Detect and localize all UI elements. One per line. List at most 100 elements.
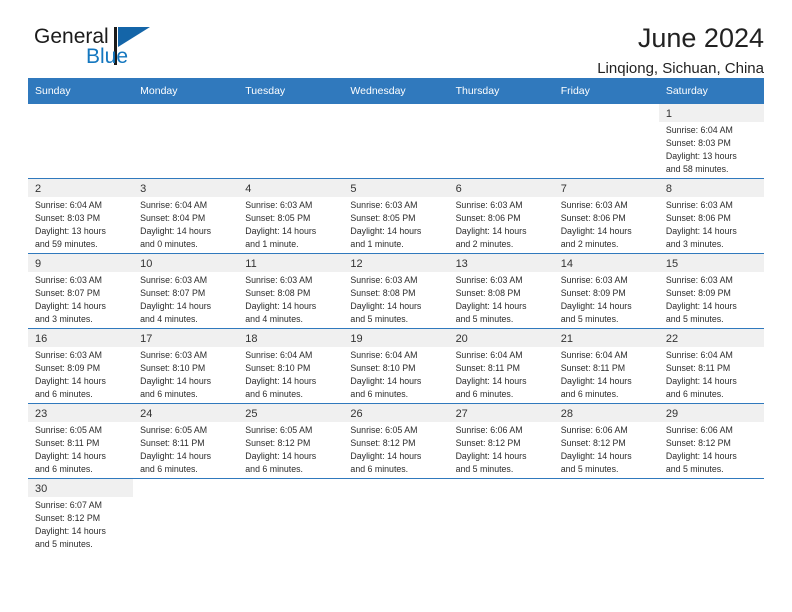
day-cell-6[interactable]: 6 Sunrise: 6:03 AM Sunset: 8:06 PM Daylight…: [448, 179, 554, 253]
day-cell-19[interactable]: 19 Sunrise: 6:04 AM Sunset: 8:10 PM Dayligh…: [343, 329, 449, 403]
calendar-week-row: 16 Sunrise: 6:03 AM Sunset: 8:09 PM Dayligh…: [28, 328, 764, 404]
day-cell-10[interactable]: 10 Sunrise: 6:03 AM Sunset: 8:07 PM Dayligh…: [133, 254, 239, 328]
sunrise-text: Sunrise: 6:03 AM: [350, 275, 418, 285]
day-cell-20[interactable]: 20 Sunrise: 6:04 AM Sunset: 8:11 PM Dayligh…: [448, 329, 554, 403]
daylight-text-line2: and 5 minutes.: [560, 314, 619, 325]
daylight-text-line2: and 5 minutes.: [665, 314, 724, 325]
day-cell-26[interactable]: 26 Sunrise: 6:05 AM Sunset: 8:12 PM Dayligh…: [343, 404, 449, 478]
day-cell-24[interactable]: 24 Sunrise: 6:05 AM Sunset: 8:11 PM Dayligh…: [133, 404, 239, 478]
day-sun-info: Sunrise: 6:05 AM Sunset: 8:11 PM Daylight:…: [133, 422, 238, 476]
daylight-text-line1: Daylight: 14 hours: [665, 451, 737, 462]
day-cell-13[interactable]: 13 Sunrise: 6:03 AM Sunset: 8:08 PM Dayligh…: [448, 254, 554, 328]
day-cell-25[interactable]: 25 Sunrise: 6:05 AM Sunset: 8:12 PM Dayligh…: [238, 404, 344, 478]
day-cell-11[interactable]: 11 Sunrise: 6:03 AM Sunset: 8:08 PM Dayligh…: [238, 254, 344, 328]
day-cell-9[interactable]: 9 Sunrise: 6:03 AM Sunset: 8:07 PM Daylight…: [28, 254, 134, 328]
calendar-week-row: 23 Sunrise: 6:05 AM Sunset: 8:11 PM Dayligh…: [28, 403, 764, 479]
day-cell-8[interactable]: 8 Sunrise: 6:03 AM Sunset: 8:06 PM Daylight…: [658, 179, 764, 253]
sunset-text: Sunset: 8:10 PM: [350, 363, 416, 374]
daylight-text-line1: Daylight: 14 hours: [35, 451, 106, 462]
day-sun-info: Sunrise: 6:04 AM Sunset: 8:10 PM Daylight:…: [238, 347, 343, 401]
calendar-day-cell: 17 Sunrise: 6:03 AM Sunset: 8:10 PM Dayligh…: [133, 328, 239, 404]
sunset-text: Sunset: 8:08 PM: [350, 288, 416, 299]
calendar-cell-empty: [238, 104, 344, 179]
calendar-day-cell: 14 Sunrise: 6:03 AM Sunset: 8:09 PM Dayligh…: [553, 253, 659, 329]
sunrise-text: Sunrise: 6:03 AM: [455, 200, 523, 210]
day-cell-30[interactable]: 30 Sunrise: 6:07 AM Sunset: 8:12 PM Dayligh…: [28, 479, 134, 553]
sunset-text: Sunset: 8:11 PM: [140, 438, 205, 449]
day-sun-info: Sunrise: 6:03 AM Sunset: 8:08 PM Daylight:…: [238, 272, 343, 326]
weekday-header-thursday: Thursday: [448, 78, 554, 104]
day-cell-1[interactable]: 1 Sunrise: 6:04 AM Sunset: 8:03 PM Daylight…: [658, 104, 764, 178]
day-cell-22[interactable]: 22 Sunrise: 6:04 AM Sunset: 8:11 PM Dayligh…: [658, 329, 764, 403]
empty-day: [133, 479, 239, 553]
day-cell-27[interactable]: 27 Sunrise: 6:06 AM Sunset: 8:12 PM Dayligh…: [448, 404, 554, 478]
day-cell-12[interactable]: 12 Sunrise: 6:03 AM Sunset: 8:08 PM Dayligh…: [343, 254, 449, 328]
calendar-cell-empty: [238, 478, 344, 553]
day-number: 25: [238, 404, 344, 422]
sunrise-text: Sunrise: 6:03 AM: [140, 275, 208, 285]
empty-day: [448, 479, 554, 553]
calendar-day-cell: 4 Sunrise: 6:03 AM Sunset: 8:05 PM Daylight…: [238, 178, 344, 254]
calendar-day-cell: 22 Sunrise: 6:04 AM Sunset: 8:11 PM Dayligh…: [658, 328, 764, 404]
calendar-cell-empty: [448, 478, 554, 553]
sunrise-text: Sunrise: 6:03 AM: [665, 275, 733, 285]
calendar-day-cell: 26 Sunrise: 6:05 AM Sunset: 8:12 PM Dayligh…: [343, 403, 449, 479]
daylight-text-line1: Daylight: 14 hours: [140, 451, 212, 462]
day-cell-14[interactable]: 14 Sunrise: 6:03 AM Sunset: 8:09 PM Dayligh…: [553, 254, 659, 328]
day-number: 29: [658, 404, 764, 422]
day-number: 2: [28, 179, 134, 197]
sunset-text: Sunset: 8:09 PM: [560, 288, 626, 299]
day-cell-28[interactable]: 28 Sunrise: 6:06 AM Sunset: 8:12 PM Dayligh…: [553, 404, 659, 478]
daylight-text-line2: and 5 minutes.: [665, 464, 724, 475]
daylight-text-line2: and 6 minutes.: [245, 389, 303, 400]
empty-day: [343, 104, 449, 178]
daylight-text-line1: Daylight: 14 hours: [140, 301, 212, 312]
day-cell-21[interactable]: 21 Sunrise: 6:04 AM Sunset: 8:11 PM Dayligh…: [553, 329, 659, 403]
day-cell-29[interactable]: 29 Sunrise: 6:06 AM Sunset: 8:12 PM Dayligh…: [658, 404, 764, 478]
sunrise-text: Sunrise: 6:03 AM: [350, 200, 418, 210]
daylight-text-line2: and 6 minutes.: [140, 464, 198, 475]
day-sun-info: Sunrise: 6:04 AM Sunset: 8:04 PM Daylight:…: [133, 197, 238, 251]
day-sun-info: Sunrise: 6:03 AM Sunset: 8:06 PM Daylight:…: [659, 197, 764, 251]
day-cell-15[interactable]: 15 Sunrise: 6:03 AM Sunset: 8:09 PM Dayligh…: [658, 254, 764, 328]
sunset-text: Sunset: 8:12 PM: [35, 513, 101, 524]
daylight-text-line2: and 6 minutes.: [245, 464, 303, 475]
weekday-header-sunday: Sunday: [28, 78, 134, 104]
sunset-text: Sunset: 8:03 PM: [665, 138, 731, 149]
weekday-header-row: Sunday Monday Tuesday Wednesday Thursday…: [28, 78, 764, 104]
generalblue-logo[interactable]: General Blue: [28, 24, 158, 72]
daylight-text-line2: and 0 minutes.: [140, 239, 198, 250]
daylight-text-line2: and 6 minutes.: [560, 389, 619, 400]
day-cell-7[interactable]: 7 Sunrise: 6:03 AM Sunset: 8:06 PM Daylight…: [553, 179, 659, 253]
day-cell-5[interactable]: 5 Sunrise: 6:03 AM Sunset: 8:05 PM Daylight…: [343, 179, 449, 253]
calendar-cell-empty: [448, 104, 554, 179]
daylight-text-line1: Daylight: 13 hours: [35, 226, 106, 237]
calendar-cell-empty: [133, 478, 239, 553]
weekday-header-tuesday: Tuesday: [238, 78, 344, 104]
sunset-text: Sunset: 8:10 PM: [245, 363, 311, 374]
day-cell-18[interactable]: 18 Sunrise: 6:04 AM Sunset: 8:10 PM Dayligh…: [238, 329, 344, 403]
day-cell-17[interactable]: 17 Sunrise: 6:03 AM Sunset: 8:10 PM Dayligh…: [133, 329, 239, 403]
day-cell-3[interactable]: 3 Sunrise: 6:04 AM Sunset: 8:04 PM Daylight…: [133, 179, 239, 253]
day-number: 21: [553, 329, 659, 347]
sunrise-text: Sunrise: 6:05 AM: [140, 425, 208, 435]
sunrise-text: Sunrise: 6:05 AM: [35, 425, 102, 435]
calendar-day-cell: 6 Sunrise: 6:03 AM Sunset: 8:06 PM Daylight…: [448, 178, 554, 254]
day-number: 18: [238, 329, 344, 347]
day-sun-info: Sunrise: 6:03 AM Sunset: 8:10 PM Daylight:…: [133, 347, 238, 401]
day-number: 3: [133, 179, 239, 197]
sunset-text: Sunset: 8:12 PM: [350, 438, 416, 449]
sunrise-text: Sunrise: 6:05 AM: [245, 425, 313, 435]
calendar-body: 1 Sunrise: 6:04 AM Sunset: 8:03 PM Daylight…: [28, 104, 764, 553]
weekday-header-saturday: Saturday: [658, 78, 764, 104]
daylight-text-line1: Daylight: 14 hours: [140, 226, 212, 237]
sunrise-text: Sunrise: 6:06 AM: [665, 425, 733, 435]
day-cell-4[interactable]: 4 Sunrise: 6:03 AM Sunset: 8:05 PM Daylight…: [238, 179, 344, 253]
day-cell-23[interactable]: 23 Sunrise: 6:05 AM Sunset: 8:11 PM Dayligh…: [28, 404, 134, 478]
calendar-cell-empty: [553, 104, 659, 179]
day-sun-info: Sunrise: 6:06 AM Sunset: 8:12 PM Daylight:…: [449, 422, 554, 476]
day-cell-16[interactable]: 16 Sunrise: 6:03 AM Sunset: 8:09 PM Dayligh…: [28, 329, 134, 403]
daylight-text-line1: Daylight: 13 hours: [665, 151, 737, 162]
calendar-cell-empty: [553, 478, 659, 553]
day-cell-2[interactable]: 2 Sunrise: 6:04 AM Sunset: 8:03 PM Daylight…: [28, 179, 134, 253]
